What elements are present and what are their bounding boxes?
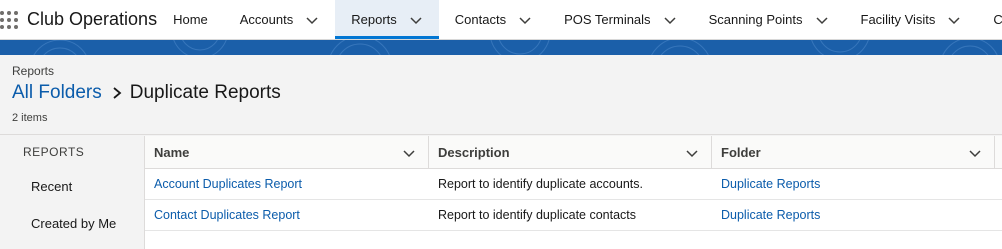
chevron-down-icon[interactable] <box>663 13 677 27</box>
report-folder-link[interactable]: Duplicate Reports <box>721 177 820 191</box>
nav-tab-label: Cours <box>993 12 1002 27</box>
chevron-down-icon[interactable] <box>305 13 319 27</box>
nav-tab-label: Home <box>173 12 208 27</box>
chevron-down-icon[interactable] <box>685 146 699 160</box>
report-name-link[interactable]: Contact Duplicates Report <box>154 208 300 222</box>
nav-tab-home[interactable]: Home <box>157 0 224 39</box>
nav-tab-label: Accounts <box>239 12 294 27</box>
report-folder-cell: Duplicate Reports <box>712 200 995 230</box>
chevron-down-icon[interactable] <box>947 13 961 27</box>
nav-tab-label: Reports <box>351 12 397 27</box>
nav-tab-accounts[interactable]: Accounts <box>224 0 335 39</box>
nav-tab-reports[interactable]: Reports <box>335 0 439 39</box>
table-header: Name Description Folder <box>145 136 1002 169</box>
nav-tab-cours[interactable]: Cours <box>977 0 1002 39</box>
sidebar-item-created-by-me[interactable]: Created by Me <box>31 216 116 231</box>
sidebar-item-recent[interactable]: Recent <box>31 179 72 194</box>
column-header-label: Description <box>438 145 510 160</box>
page-title: Duplicate Reports <box>129 82 281 103</box>
column-header-name[interactable]: Name <box>145 136 429 169</box>
brand-pattern <box>33 40 998 55</box>
nav-tab-contacts[interactable]: Contacts <box>439 0 548 39</box>
item-count: 2 items <box>12 112 48 124</box>
all-folders-link[interactable]: All Folders <box>12 82 102 104</box>
reports-sidebar: REPORTS Recent Created by Me <box>0 136 145 249</box>
column-header-label: Name <box>154 145 190 160</box>
nav-tab-scanning-points[interactable]: Scanning Points <box>693 0 845 39</box>
nav-tab-pos-terminals[interactable]: POS Terminals <box>548 0 692 39</box>
sidebar-heading: REPORTS <box>23 145 85 159</box>
report-folder-link[interactable]: Duplicate Reports <box>721 208 820 222</box>
nav-tabs: Home Accounts Reports Contacts POS Termi… <box>157 0 1002 39</box>
report-name-cell: Contact Duplicates Report <box>145 200 429 230</box>
app-name: Club Operations <box>27 9 158 29</box>
breadcrumb: All Folders Duplicate Reports <box>12 82 281 104</box>
chevron-right-icon <box>113 87 122 99</box>
column-header-folder[interactable]: Folder <box>712 136 995 169</box>
object-label: Reports <box>12 64 55 78</box>
table-row: Account Duplicates Report Report to iden… <box>145 169 1002 200</box>
table-row: Contact Duplicates Report Report to iden… <box>145 200 1002 231</box>
report-name-cell: Account Duplicates Report <box>145 169 429 199</box>
report-description-cell: Report to identify duplicate contacts <box>438 208 637 222</box>
top-navigation: Club Operations Home Accounts Reports Co… <box>0 0 1002 40</box>
nav-tab-facility-visits[interactable]: Facility Visits <box>845 0 978 39</box>
chevron-down-icon[interactable] <box>409 13 423 27</box>
nav-tab-label: POS Terminals <box>564 12 651 27</box>
reports-table: Name Description Folder Account Duplicat… <box>145 136 1002 249</box>
brand-band <box>0 40 1002 55</box>
chevron-down-icon[interactable] <box>518 13 532 27</box>
chevron-down-icon[interactable] <box>815 13 829 27</box>
nav-tab-label: Facility Visits <box>860 12 936 27</box>
chevron-down-icon[interactable] <box>968 146 982 160</box>
column-header-description[interactable]: Description <box>429 136 712 169</box>
waffle-icon <box>0 10 18 29</box>
column-header-label: Folder <box>721 145 761 160</box>
nav-tab-label: Scanning Points <box>708 12 803 27</box>
report-folder-cell: Duplicate Reports <box>712 169 995 199</box>
report-description-cell: Report to identify duplicate accounts. <box>438 177 643 191</box>
list-view-header: Reports All Folders Duplicate Reports 2 … <box>0 55 1002 135</box>
app-launcher-button[interactable] <box>0 0 18 39</box>
chevron-down-icon[interactable] <box>402 146 416 160</box>
report-name-link[interactable]: Account Duplicates Report <box>154 177 302 191</box>
nav-tab-label: Contacts <box>454 12 507 27</box>
